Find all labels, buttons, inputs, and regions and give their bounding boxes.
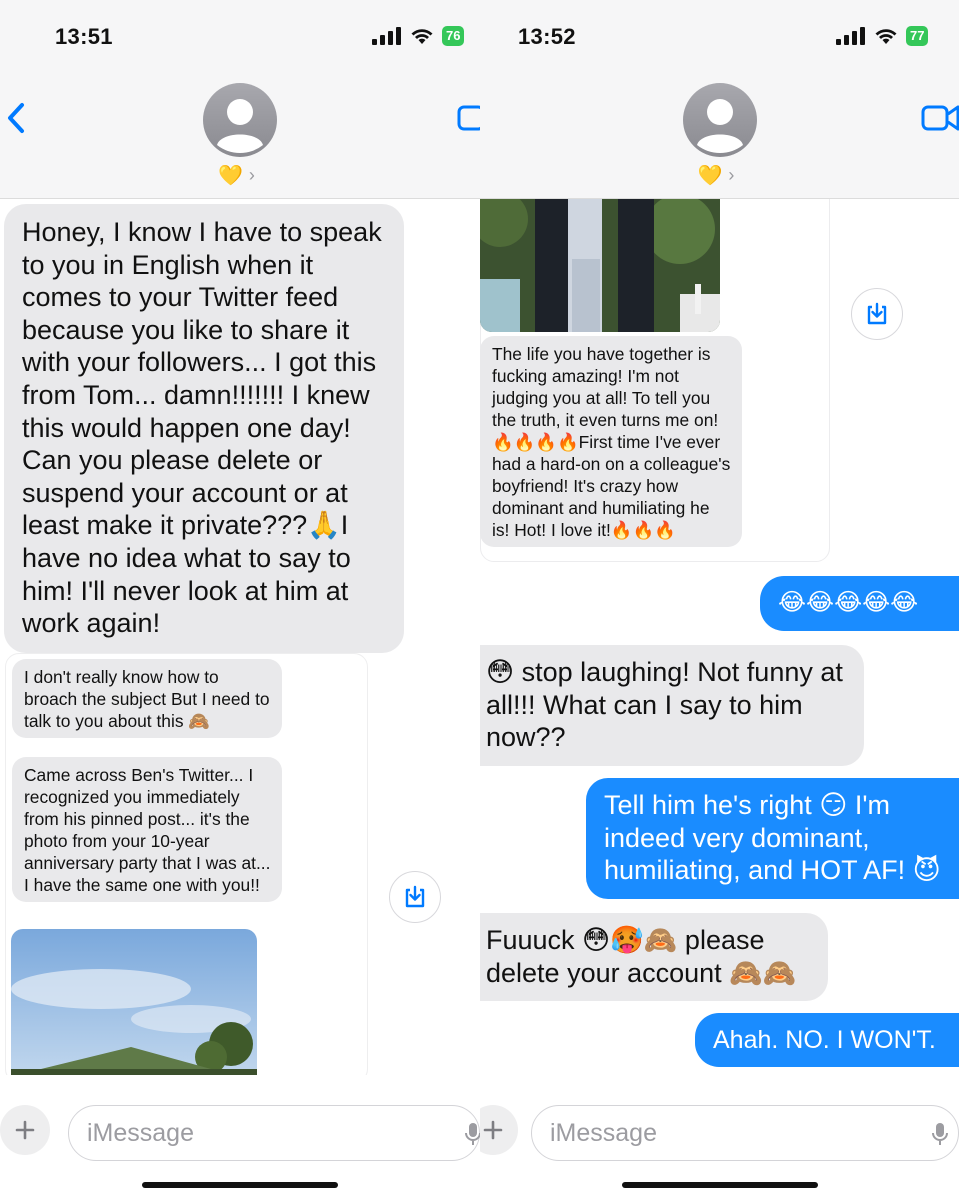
contact-avatar-icon[interactable] <box>203 83 277 157</box>
status-bar: 13:52 77 <box>480 0 959 75</box>
received-message-bubble[interactable]: Fuuuck 😳🥵🙈 please delete your account 🙈🙈 <box>480 913 828 1002</box>
back-chevron-icon[interactable] <box>4 99 30 139</box>
status-icons: 77 <box>836 26 929 46</box>
plus-icon <box>483 1120 503 1140</box>
save-download-icon <box>405 885 425 908</box>
microphone-icon[interactable] <box>932 1122 948 1146</box>
shared-photo[interactable] <box>11 929 257 1089</box>
group-photo-image <box>480 199 720 332</box>
signal-icon <box>836 27 865 45</box>
save-button[interactable] <box>389 871 441 923</box>
shared-photo[interactable] <box>480 199 720 332</box>
message-input[interactable]: iMessage <box>531 1105 959 1161</box>
plus-button[interactable] <box>0 1105 50 1155</box>
embedded-message-bubble: I don't really know how to broach the su… <box>12 659 282 738</box>
contact-name[interactable]: 💛 › <box>218 163 255 188</box>
right-screenshot: 13:52 77 💛 › The life you have together … <box>480 0 959 1200</box>
received-message-bubble[interactable]: 😳 stop laughing! Not funny at all!!! Wha… <box>480 645 864 766</box>
status-time: 13:52 <box>518 24 576 49</box>
status-time: 13:51 <box>55 24 113 49</box>
message-list: Honey, I know I have to speak to you in … <box>0 199 480 1118</box>
message-placeholder: iMessage <box>550 1119 657 1147</box>
embedded-message-bubble: The life you have together is fucking am… <box>480 336 742 547</box>
save-download-icon <box>867 302 887 325</box>
conversation-header: 💛 › <box>0 75 480 199</box>
signal-icon <box>372 27 401 45</box>
chevron-right-icon: › <box>728 165 735 185</box>
status-icons: 76 <box>372 26 465 46</box>
battery-icon: 77 <box>906 26 929 46</box>
message-list: The life you have together is fucking am… <box>480 199 959 1118</box>
battery-icon: 76 <box>442 26 465 46</box>
contact-emoji: 💛 <box>697 165 723 187</box>
received-message-bubble[interactable]: Honey, I know I have to speak to you in … <box>4 204 404 653</box>
message-placeholder: iMessage <box>87 1119 194 1147</box>
embedded-message-bubble: Came across Ben's Twitter... I recognize… <box>12 757 282 902</box>
conversation-header: 💛 › <box>480 75 959 199</box>
status-bar: 13:51 76 <box>0 0 480 75</box>
plus-button[interactable] <box>480 1105 518 1155</box>
save-button[interactable] <box>851 288 903 340</box>
composer-bar: iMessage <box>0 1075 480 1200</box>
home-indicator <box>621 1182 818 1188</box>
garden-photo-image <box>11 929 257 1089</box>
left-screenshot: 13:51 76 💛 › Honey, I know I have to spe… <box>0 0 480 1200</box>
composer-bar: iMessage <box>480 1075 959 1200</box>
message-input[interactable]: iMessage <box>68 1105 480 1161</box>
microphone-icon[interactable] <box>465 1122 480 1146</box>
video-call-icon[interactable] <box>920 101 959 135</box>
plus-icon <box>15 1120 35 1140</box>
video-call-icon[interactable] <box>456 101 480 135</box>
sent-message-bubble[interactable]: Tell him he's right 😏 I'm indeed very do… <box>586 778 959 899</box>
sent-message-bubble[interactable]: Ahah. NO. I WON'T. <box>695 1013 959 1067</box>
wifi-icon <box>411 29 433 44</box>
contact-name[interactable]: 💛 › <box>698 163 735 188</box>
contact-avatar-icon[interactable] <box>682 83 757 157</box>
chevron-right-icon: › <box>248 165 255 185</box>
sent-message-bubble[interactable]: 😂😂😂😂😂 <box>760 576 959 631</box>
contact-emoji: 💛 <box>218 165 243 187</box>
wifi-icon <box>875 29 897 44</box>
home-indicator <box>142 1182 338 1188</box>
